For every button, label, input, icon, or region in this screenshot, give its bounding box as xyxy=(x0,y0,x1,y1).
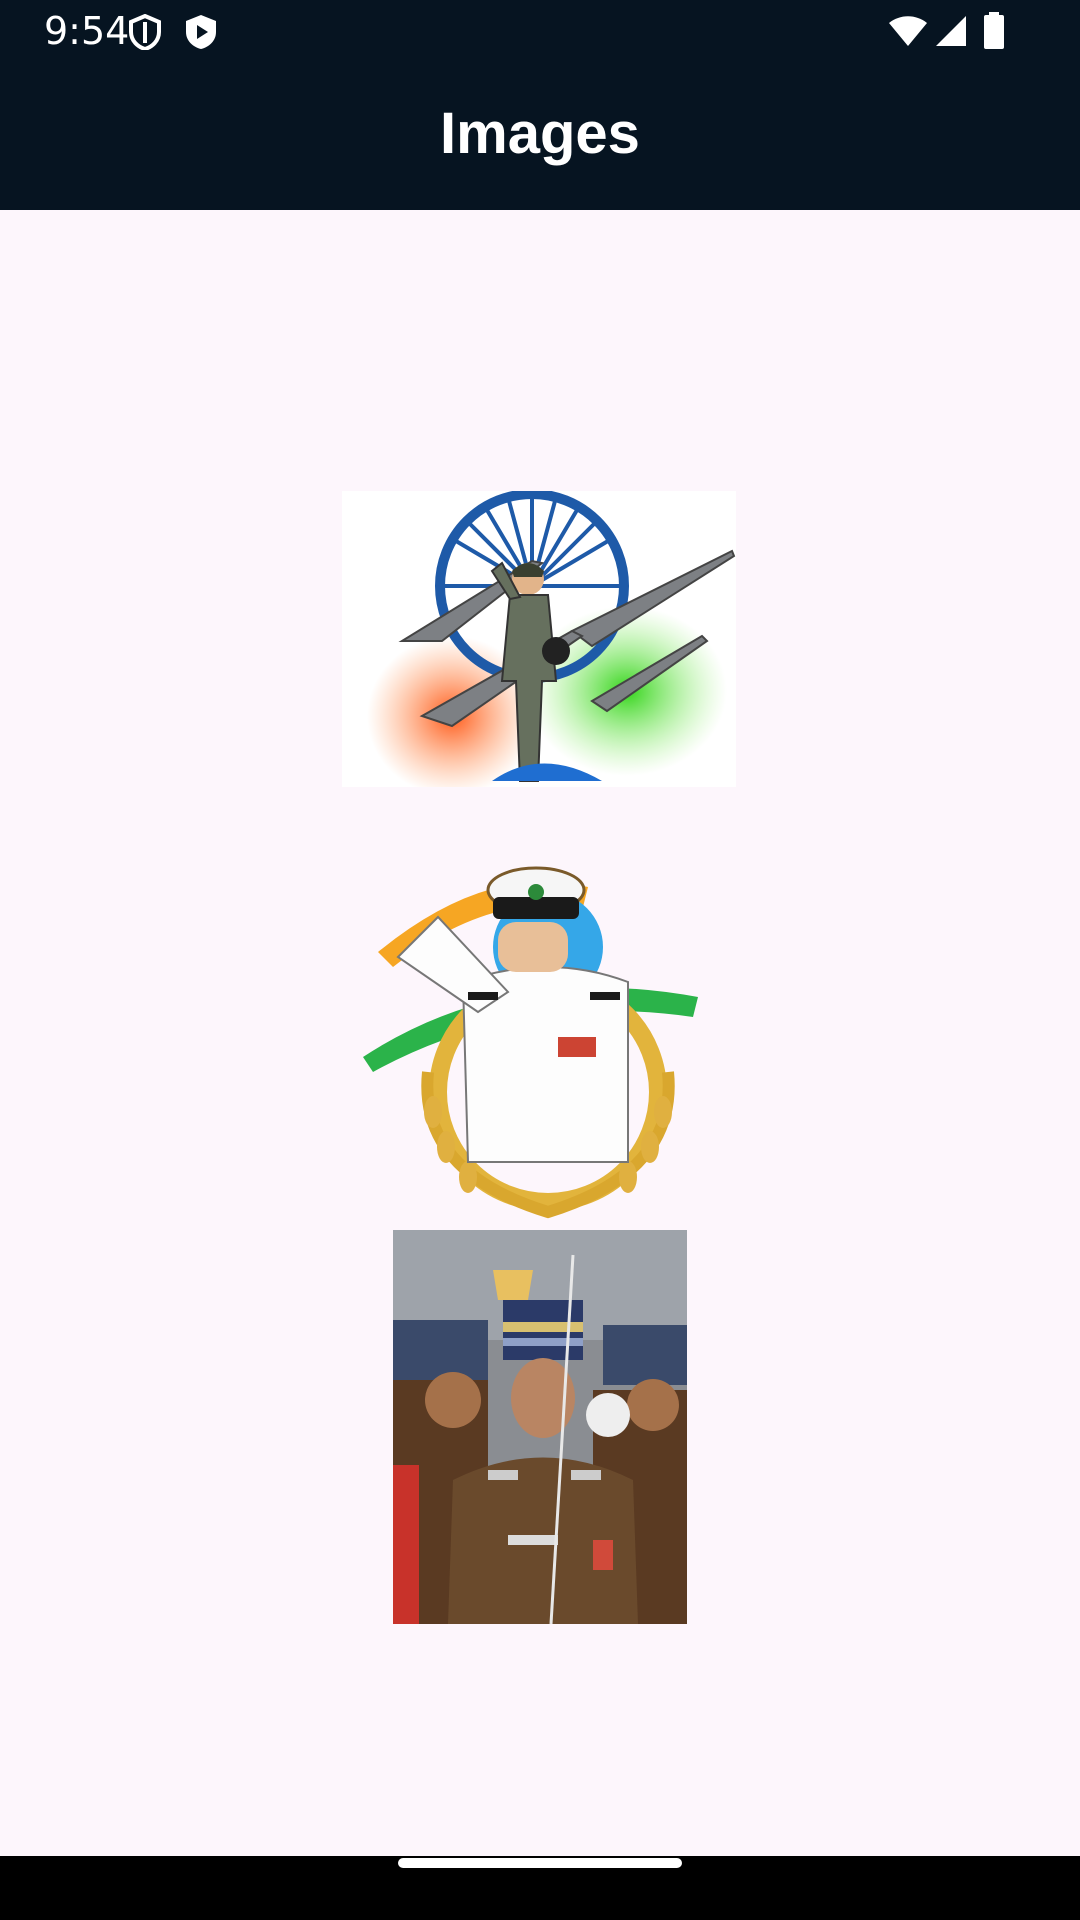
status-time: 9:54 xyxy=(44,9,130,53)
cell-signal-icon xyxy=(936,16,966,46)
army-officer-photo xyxy=(393,1230,687,1624)
navy-officer-illustration xyxy=(363,866,698,1219)
play-protect-icon xyxy=(186,15,216,49)
wifi-icon xyxy=(889,16,927,46)
battery-icon xyxy=(984,12,1004,49)
page-title: Images xyxy=(440,101,640,166)
home-gesture-handle[interactable] xyxy=(398,1858,682,1868)
air-force-pilot-image[interactable] xyxy=(342,491,736,787)
image-list xyxy=(0,210,1080,1856)
app-bar: Images xyxy=(0,62,1080,210)
army-officer-image[interactable] xyxy=(393,1230,687,1624)
status-bar: 9:54 xyxy=(0,0,1080,62)
navy-officer-image[interactable] xyxy=(358,842,714,1226)
shield-icon xyxy=(129,14,161,50)
pilot-illustration xyxy=(367,491,736,787)
